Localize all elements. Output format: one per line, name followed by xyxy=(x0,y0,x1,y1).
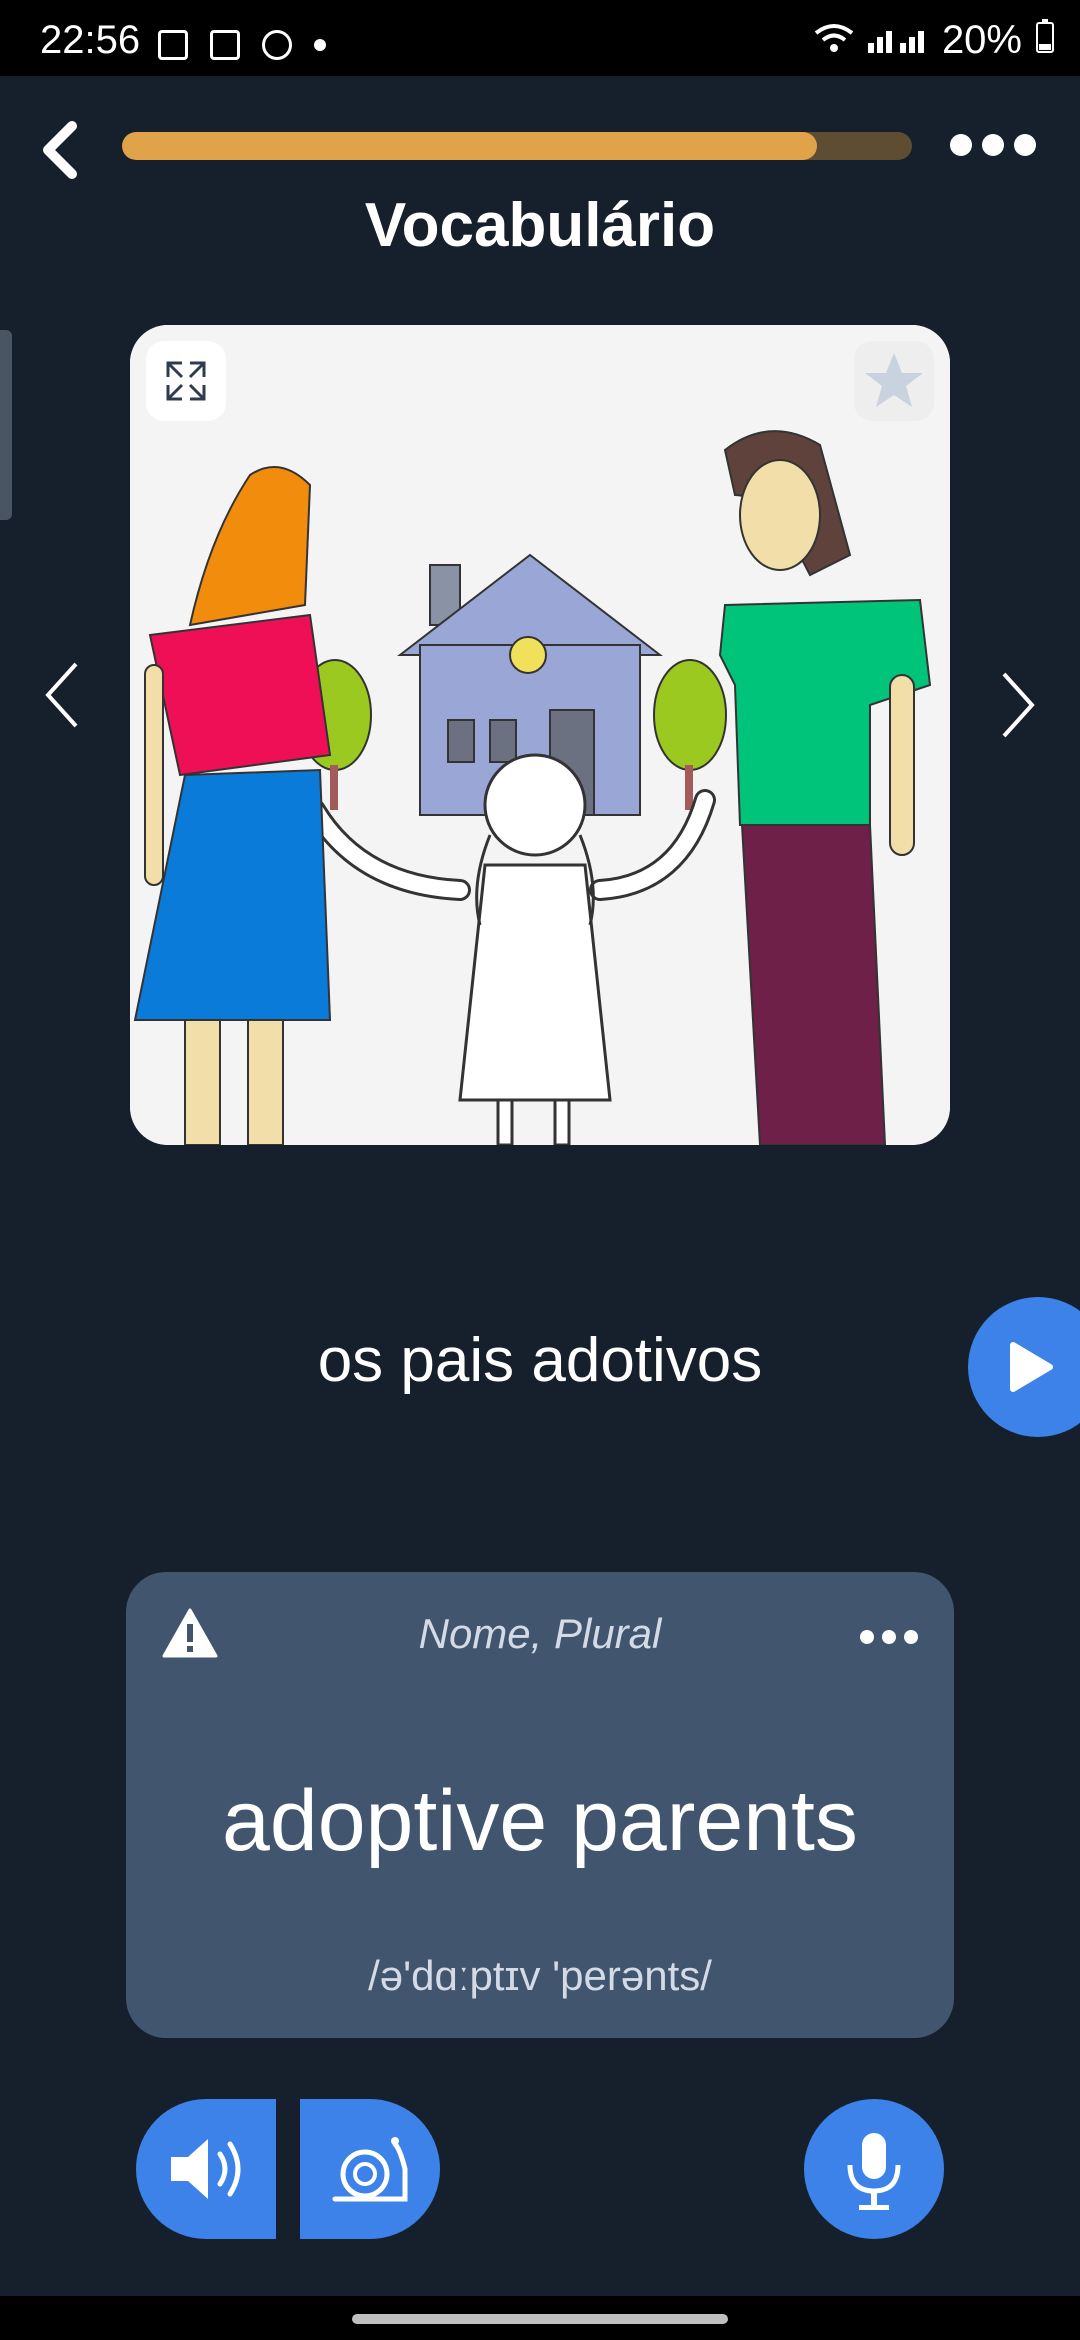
expand-image-button[interactable] xyxy=(146,341,226,421)
translation-card: Nome, Plural adoptive parents /ə'dɑːptɪv… xyxy=(126,1572,954,2038)
home-indicator[interactable] xyxy=(352,2314,728,2324)
back-icon xyxy=(43,121,77,179)
chevron-left-icon xyxy=(45,662,78,728)
status-left-icons xyxy=(158,30,326,60)
wifi-icon xyxy=(814,18,854,63)
more-icon xyxy=(950,134,972,156)
back-button[interactable] xyxy=(38,120,82,180)
signal-icon xyxy=(867,18,928,63)
snail-icon xyxy=(332,2137,408,2202)
card-more-button[interactable] xyxy=(860,1630,918,1644)
mic-icon xyxy=(847,2133,901,2210)
status-right: 20% xyxy=(814,18,1054,63)
notification-dot-icon xyxy=(314,39,326,51)
expand-icon xyxy=(166,361,206,401)
play-icon xyxy=(1010,1342,1053,1392)
next-card-button[interactable] xyxy=(998,670,1038,745)
translation-text: adoptive parents xyxy=(222,1773,858,1869)
status-bar: 22:56 20% xyxy=(0,0,1080,76)
listen-button[interactable] xyxy=(136,2099,276,2239)
edge-icon xyxy=(262,30,292,60)
target-word: os pais adotivos xyxy=(317,1326,763,1395)
phonetic-transcription: /ə'dɑːptɪv 'perənts/ xyxy=(368,1952,712,1999)
slow-audio-button[interactable] xyxy=(300,2099,440,2239)
screen-record-icon xyxy=(210,30,240,60)
vocabulary-image xyxy=(130,325,950,1145)
screenshot-icon xyxy=(158,30,188,60)
status-time: 22:56 xyxy=(40,18,141,62)
battery-icon xyxy=(1036,18,1054,63)
play-audio-button[interactable] xyxy=(968,1297,1080,1437)
family-illustration xyxy=(130,325,950,1145)
speaker-icon xyxy=(171,2139,241,2199)
star-icon xyxy=(865,353,923,407)
page-title: Vocabulário xyxy=(364,191,716,260)
previous-card-button[interactable] xyxy=(42,660,82,735)
lesson-progress-bar xyxy=(122,132,912,160)
app-bar xyxy=(0,76,1080,186)
part-of-speech: Nome, Plural xyxy=(418,1610,662,1657)
battery-text: 20% xyxy=(941,18,1022,62)
edge-panel-handle[interactable] xyxy=(0,330,12,520)
chevron-right-icon xyxy=(1002,672,1035,738)
favorite-button[interactable] xyxy=(854,341,934,421)
more-options-button[interactable] xyxy=(950,134,1036,156)
progress-fill xyxy=(122,132,818,160)
record-pronunciation-button[interactable] xyxy=(804,2099,944,2239)
